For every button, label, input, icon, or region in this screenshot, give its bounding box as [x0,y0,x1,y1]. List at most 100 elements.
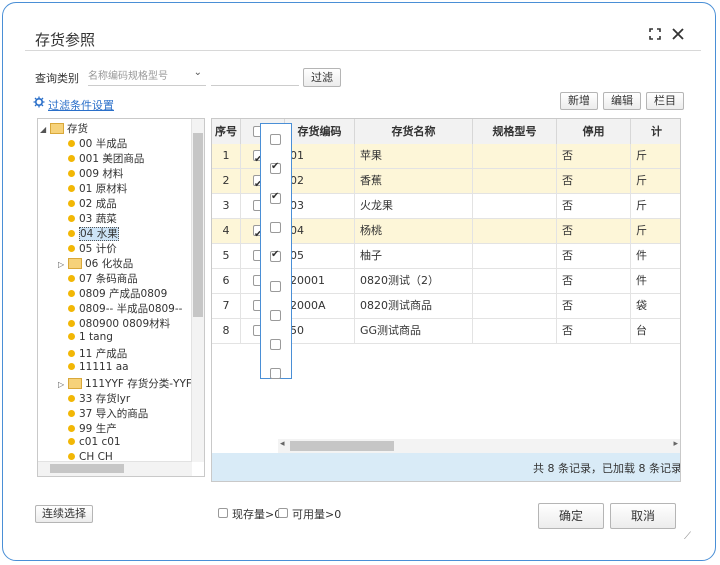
scroll-thumb[interactable] [50,464,124,473]
cell-unit: 件 [636,249,647,262]
tree-item[interactable]: 001 美团商品 [68,151,144,166]
cell-unit: 斤 [636,174,647,187]
tree-item[interactable]: 03 蔬菜 [68,211,117,226]
col-code[interactable]: 存货编码 [285,119,355,144]
popup-checkbox[interactable] [270,221,281,233]
scroll-thumb[interactable] [290,441,394,451]
cell-unit: 袋 [636,299,647,312]
cell-unit: 件 [636,274,647,287]
tree-item[interactable]: 99 生产 [68,421,117,436]
popup-checkbox[interactable] [270,249,281,263]
available-gt0-label: 可用量>0 [292,508,342,521]
expand-icon[interactable]: ▷ [58,260,68,269]
tree-item[interactable]: ▷ 06 化妆品 [58,256,133,271]
tree-root[interactable]: ◢ 存货 [40,121,88,136]
tree-item[interactable]: c01 c01 [68,436,121,451]
leaf-node-icon [68,452,75,460]
col-no[interactable]: 序号 [212,119,241,144]
cancel-button[interactable]: 取消 [610,503,676,529]
col-unit[interactable]: 计 [631,119,680,144]
tree-item[interactable]: 00 半成品 [68,136,127,151]
cell-no: 2 [212,169,241,193]
tree-item[interactable]: 0809-- 半成品0809-- [68,301,182,316]
columns-button[interactable]: 栏目 [646,92,684,110]
tree-item[interactable]: 04 水果 [68,226,119,241]
tree-item[interactable]: 37 导入的商品 [68,406,148,421]
popup-checkbox[interactable] [270,280,281,292]
cell-no: 3 [212,194,241,218]
tree-item[interactable]: 080900 0809材料 [68,316,170,331]
col-disabled[interactable]: 停用 [557,119,631,144]
tree-item[interactable]: 07 条码商品 [68,271,138,286]
col-spec[interactable]: 规格型号 [473,119,557,144]
gear-icon[interactable] [33,96,46,109]
leaf-node-icon [68,319,75,327]
maximize-icon[interactable] [649,28,661,40]
add-button[interactable]: 新增 [560,92,598,110]
tree-item[interactable]: 05 计价 [68,241,117,256]
cell-name: 香蕉 [355,169,473,193]
leaf-node-icon [68,199,75,207]
scroll-thumb[interactable] [193,133,203,317]
tree-vertical-scrollbar[interactable] [191,119,204,462]
continuous-select-button[interactable]: 连续选择 [35,505,93,523]
stock-gt0-checkbox[interactable] [218,508,228,518]
expand-icon[interactable]: ▷ [58,380,68,389]
cell-name: 0820测试（2） [355,269,473,293]
cell-spec [473,219,557,243]
ok-button[interactable]: 确定 [538,503,604,529]
tree-item[interactable]: 11111 aa [68,361,129,376]
cell-no: 6 [212,269,241,293]
popup-checkbox[interactable] [270,161,281,175]
tree-horizontal-scrollbar[interactable] [38,461,192,476]
popup-checkbox[interactable] [270,191,281,204]
cell-disabled: 否 [557,294,631,318]
chevron-down-icon: ⌄ [193,67,202,78]
cell-no: 1 [212,144,241,168]
filter-button[interactable]: 过滤 [303,68,341,87]
tree-item-label: 1 tang [79,331,113,343]
leaf-node-icon [68,304,75,312]
leaf-node-icon [68,169,75,177]
cell-unit: 斤 [636,199,647,212]
tree-item[interactable]: 009 材料 [68,166,123,181]
grid-status-bar: 共 8 条记录，已加载 8 条记录 [212,453,680,481]
popup-checkbox[interactable] [270,134,281,145]
tree-item-label: 99 生产 [79,423,117,435]
tree-item[interactable]: 02 成品 [68,196,117,211]
leaf-node-icon [68,214,75,222]
collapse-icon[interactable]: ◢ [40,125,50,134]
tree-item[interactable]: 33 存货lyr [68,391,130,406]
query-category-select[interactable]: 名称编码规格型号 ⌄ [88,67,206,86]
filter-settings-link[interactable]: 过滤条件设置 [48,97,114,113]
close-icon[interactable] [671,27,685,41]
cell-unit: 斤 [636,149,647,162]
query-category-value: 名称编码规格型号 [88,71,168,82]
col-name[interactable]: 存货名称 [355,119,473,144]
edit-button[interactable]: 编辑 [603,92,641,110]
grid-horizontal-scrollbar[interactable]: ◂ ▸ [278,439,680,453]
tree-item-label: 00 半成品 [79,138,128,150]
column-check-popup [260,123,292,380]
tree-item[interactable]: 0809 产成品0809 [68,286,167,301]
cell-name: 苹果 [355,144,473,168]
leaf-node-icon [68,244,75,252]
tree-item[interactable]: 01 原材料 [68,181,127,196]
resize-grip-icon[interactable]: ⟋ [684,531,691,542]
popup-checkbox[interactable] [270,309,281,321]
available-gt0-checkbox[interactable] [278,508,288,518]
tree-item-label: 001 美团商品 [79,153,145,165]
tree-item-label: 07 条码商品 [79,273,138,285]
stock-gt0-label: 现存量>0 [232,508,282,521]
search-input[interactable] [211,67,299,86]
tree-item[interactable]: 1 tang [68,331,113,346]
tree-item[interactable]: 11 产成品 [68,346,127,361]
tree-item-label: 37 导入的商品 [79,408,149,420]
tree-item[interactable]: ▷ 111YYF 存货分类-YYF [58,376,192,391]
leaf-node-icon [68,362,75,370]
popup-checkbox[interactable] [270,368,281,380]
scroll-left-icon[interactable]: ◂ [280,439,285,449]
popup-checkbox[interactable] [270,339,281,351]
scroll-right-icon[interactable]: ▸ [673,439,678,449]
cell-name: GG测试商品 [355,319,473,343]
